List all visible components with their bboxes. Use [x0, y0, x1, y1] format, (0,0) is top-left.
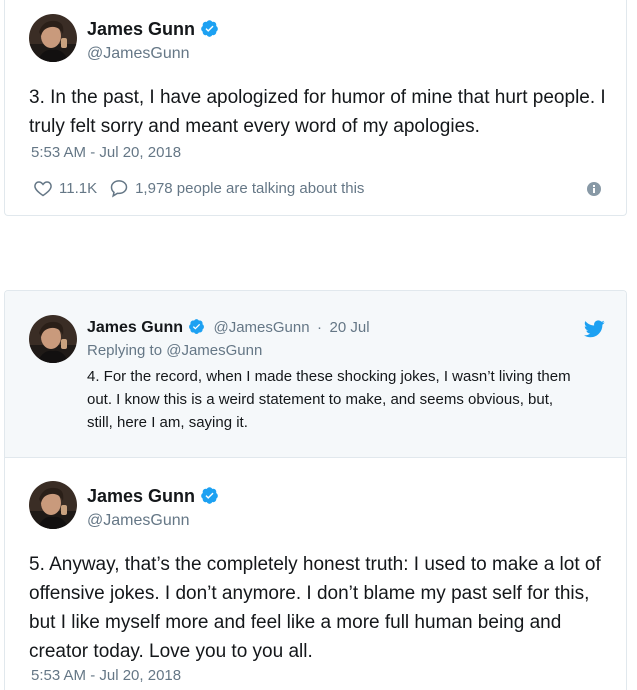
author-handle[interactable]: @JamesGunn: [213, 319, 309, 336]
replying-to: Replying to @JamesGunn: [87, 342, 262, 359]
replying-prefix: Replying to: [87, 342, 163, 359]
like-count: 11.1K: [59, 179, 98, 197]
parent-tweet[interactable]: James Gunn @JamesGunn · 20 Jul Replying …: [5, 291, 626, 458]
tweet-text: 3. In the past, I have apologized for hu…: [29, 87, 606, 137]
author-name-text: James Gunn: [87, 486, 196, 506]
author-name-text: James Gunn: [87, 319, 184, 336]
author-name[interactable]: James Gunn @JamesGunn · 20 Jul: [87, 318, 370, 337]
avatar[interactable]: [29, 481, 77, 529]
tweet-date[interactable]: 20 Jul: [330, 319, 370, 336]
info-icon[interactable]: [587, 182, 601, 196]
author-handle[interactable]: @JamesGunn: [87, 512, 190, 530]
verified-badge-icon: [201, 20, 218, 37]
engagement-bar: 11.1K 1,978 people are talking about thi…: [33, 178, 364, 198]
verified-badge-icon: [189, 319, 204, 334]
avatar[interactable]: [29, 14, 77, 62]
tweet-card[interactable]: James Gunn @JamesGunn 3. In the past, I …: [4, 0, 627, 216]
timestamp[interactable]: 5:53 AM - Jul 20, 2018: [31, 144, 181, 161]
separator-dot: ·: [317, 319, 323, 336]
tweet-text: 5. Anyway, that’s the completely honest …: [29, 554, 601, 662]
author-name[interactable]: James Gunn: [87, 19, 219, 40]
avatar[interactable]: [29, 315, 77, 363]
author-name[interactable]: James Gunn: [87, 486, 219, 507]
heart-icon: [34, 181, 52, 197]
talking-text: 1,978 people are talking about this: [135, 179, 365, 197]
tweet-text: 4. For the record, when I made these sho…: [87, 368, 571, 431]
like-button[interactable]: 11.1K: [33, 178, 97, 198]
comment-bubble-icon: [110, 180, 128, 198]
twitter-bird-icon[interactable]: [584, 320, 605, 338]
author-name-text: James Gunn: [87, 19, 196, 39]
replying-handle-link[interactable]: @JamesGunn: [166, 342, 262, 359]
talking-link[interactable]: 1,978 people are talking about this: [109, 178, 364, 198]
tweet-card[interactable]: James Gunn @JamesGunn · 20 Jul Replying …: [4, 290, 627, 690]
author-handle[interactable]: @JamesGunn: [87, 45, 190, 63]
verified-badge-icon: [201, 487, 218, 504]
timestamp[interactable]: 5:53 AM - Jul 20, 2018: [31, 667, 181, 684]
